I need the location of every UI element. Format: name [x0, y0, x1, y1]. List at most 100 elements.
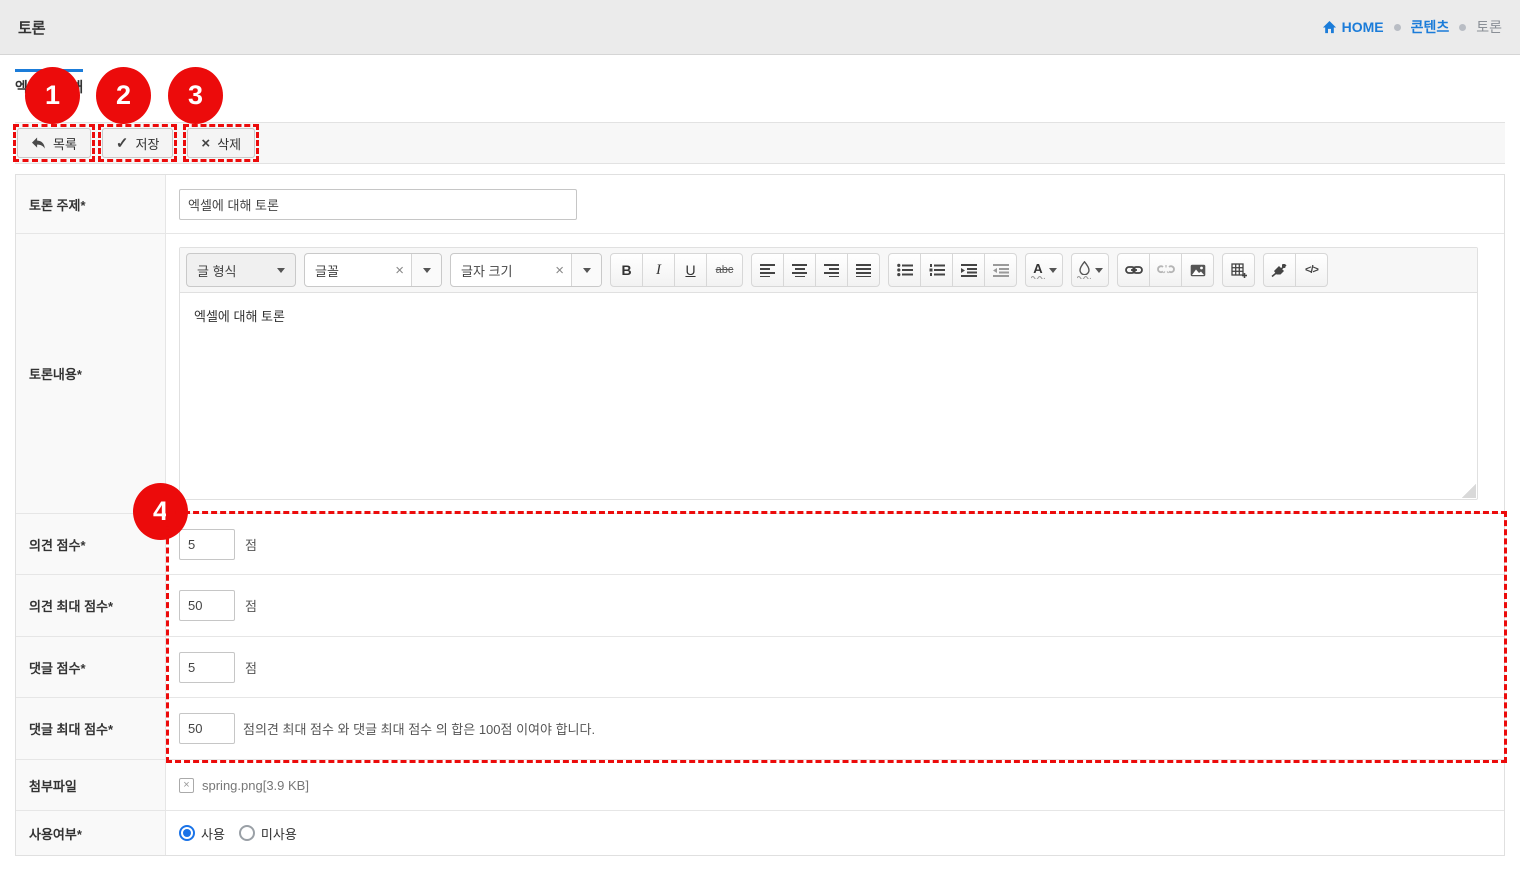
opinion-max-score-label: 의견 최대 점수* — [16, 575, 166, 636]
top-header-bar: 토론 HOME 콘텐츠 토론 — [0, 0, 1520, 55]
align-right-icon — [823, 264, 839, 277]
row-use-status: 사용여부* 사용 미사용 — [16, 811, 1504, 855]
close-icon: × — [201, 134, 211, 152]
font-color-button[interactable]: A — [1025, 253, 1063, 287]
save-button-label: 저장 — [135, 136, 160, 152]
insert-image-button[interactable] — [1181, 253, 1214, 287]
misc-group: </> — [1263, 253, 1328, 287]
remove-format-icon — [1271, 263, 1287, 277]
ordered-list-button[interactable] — [920, 253, 953, 287]
row-reply-score: 댓글 점수* 점 — [16, 637, 1504, 698]
topic-input[interactable] — [179, 188, 577, 220]
bold-button[interactable]: B — [610, 253, 643, 287]
outdent-button[interactable] — [984, 253, 1017, 287]
radio-use-label: 사용 — [201, 826, 225, 842]
reply-score-input[interactable] — [179, 651, 235, 683]
table-icon — [1230, 262, 1247, 278]
attachment-label: 첨부파일 — [16, 760, 166, 810]
align-right-button[interactable] — [815, 253, 848, 287]
use-status-radio-group: 사용 미사용 — [179, 824, 297, 843]
reply-score-suffix: 점 — [245, 660, 257, 676]
editor-toolbar: 글 형식 글꼴 × 글자 크기 × B I U abc A </> — [180, 248, 1477, 293]
font-family-dropdown-button[interactable] — [411, 254, 441, 286]
back-arrow-icon — [32, 136, 45, 149]
breadcrumb-home-label: HOME — [1341, 19, 1384, 35]
row-topic: 토론 주제* — [16, 175, 1504, 234]
tab-active-item[interactable]: 엑셀에 대해 — [15, 69, 84, 97]
unlink-icon — [1156, 265, 1175, 274]
unordered-list-button[interactable] — [888, 253, 921, 287]
topic-label: 토론 주제* — [16, 175, 166, 233]
align-left-button[interactable] — [751, 253, 784, 287]
radio-unselected-icon[interactable] — [238, 825, 255, 841]
radio-option-unuse[interactable]: 미사용 — [238, 824, 297, 843]
unordered-list-icon — [896, 263, 913, 277]
breadcrumb-home-link[interactable]: HOME — [1322, 19, 1384, 35]
indent-button[interactable] — [952, 253, 985, 287]
breadcrumb-separator-icon — [1393, 23, 1401, 31]
underline-icon: U — [685, 262, 696, 278]
opinion-score-input[interactable] — [179, 528, 235, 560]
list-indent-group — [888, 253, 1017, 287]
reply-max-score-help-text: 점의견 최대 점수 와 댓글 최대 점수 의 합은 100점 이여야 합니다. — [243, 722, 596, 737]
list-button[interactable]: 목록 — [17, 128, 91, 158]
delete-button-label: 삭제 — [217, 136, 242, 152]
link-media-group — [1117, 253, 1214, 287]
opinion-score-suffix: 점 — [245, 537, 257, 553]
font-size-dropdown-button[interactable] — [571, 254, 601, 286]
callout-box-3: × 삭제 — [183, 124, 260, 162]
chevron-down-icon — [1095, 267, 1103, 273]
strikethrough-icon: abc — [715, 264, 734, 276]
editor-content-area[interactable]: 엑셀에 대해 토론 — [180, 293, 1477, 338]
attachment-file-name[interactable]: spring.png[3.9 KB] — [202, 778, 309, 793]
image-icon — [1190, 264, 1205, 276]
radio-option-use[interactable]: 사용 — [179, 824, 225, 843]
bold-icon: B — [621, 262, 632, 278]
attachment-remove-icon[interactable]: × — [179, 777, 194, 793]
insert-link-button[interactable] — [1117, 253, 1150, 287]
insert-table-button[interactable] — [1222, 253, 1255, 287]
opinion-score-label: 의견 점수* — [16, 514, 166, 574]
remove-link-button[interactable] — [1149, 253, 1182, 287]
radio-selected-icon[interactable] — [179, 825, 195, 841]
align-center-button[interactable] — [783, 253, 816, 287]
italic-button[interactable]: I — [642, 253, 675, 287]
align-center-icon — [791, 264, 807, 277]
font-family-label: 글꼴 — [315, 263, 339, 279]
highlight-color-button[interactable] — [1071, 253, 1109, 287]
remove-format-button[interactable] — [1263, 253, 1296, 287]
opinion-max-score-input[interactable] — [179, 590, 235, 621]
reply-max-score-label: 댓글 최대 점수* — [16, 698, 166, 759]
chevron-down-icon — [1049, 267, 1057, 273]
paragraph-format-label: 글 형식 — [197, 263, 237, 279]
font-family-select[interactable]: 글꼴 × — [304, 253, 442, 287]
chevron-down-icon — [277, 267, 285, 273]
attachment-item: × spring.png[3.9 KB] — [179, 777, 309, 793]
font-size-label: 글자 크기 — [461, 263, 513, 279]
color-wave-icon — [1077, 276, 1091, 279]
code-view-button[interactable]: </> — [1295, 253, 1328, 287]
breadcrumb-separator-icon — [1459, 23, 1467, 31]
paragraph-format-select[interactable]: 글 형식 — [186, 253, 296, 287]
strikethrough-button[interactable]: abc — [706, 253, 743, 287]
delete-button[interactable]: × 삭제 — [187, 128, 256, 158]
callout-box-1: 목록 — [13, 124, 95, 162]
align-justify-icon — [855, 264, 871, 277]
clear-icon[interactable]: × — [548, 262, 571, 279]
action-toolbar: 목록 ✓ 저장 × 삭제 — [13, 122, 1505, 164]
resize-handle[interactable] — [1460, 482, 1476, 498]
radio-unuse-label: 미사용 — [260, 826, 297, 842]
row-content: 토론내용* 글 형식 글꼴 × 글자 크기 × B I U abc A </> … — [16, 234, 1504, 514]
breadcrumb-item-contents[interactable]: 콘텐츠 — [1411, 17, 1450, 37]
reply-max-score-input[interactable] — [179, 713, 235, 744]
font-size-select[interactable]: 글자 크기 × — [450, 253, 602, 287]
save-button[interactable]: ✓ 저장 — [101, 128, 174, 158]
opinion-max-score-suffix: 점 — [245, 599, 257, 614]
align-justify-button[interactable] — [847, 253, 880, 287]
chevron-down-icon — [422, 267, 431, 273]
editor-body: 엑셀에 대해 토론 — [180, 293, 1477, 499]
link-icon — [1124, 266, 1143, 274]
clear-icon[interactable]: × — [388, 262, 411, 279]
code-icon: </> — [1305, 264, 1319, 276]
underline-button[interactable]: U — [674, 253, 707, 287]
